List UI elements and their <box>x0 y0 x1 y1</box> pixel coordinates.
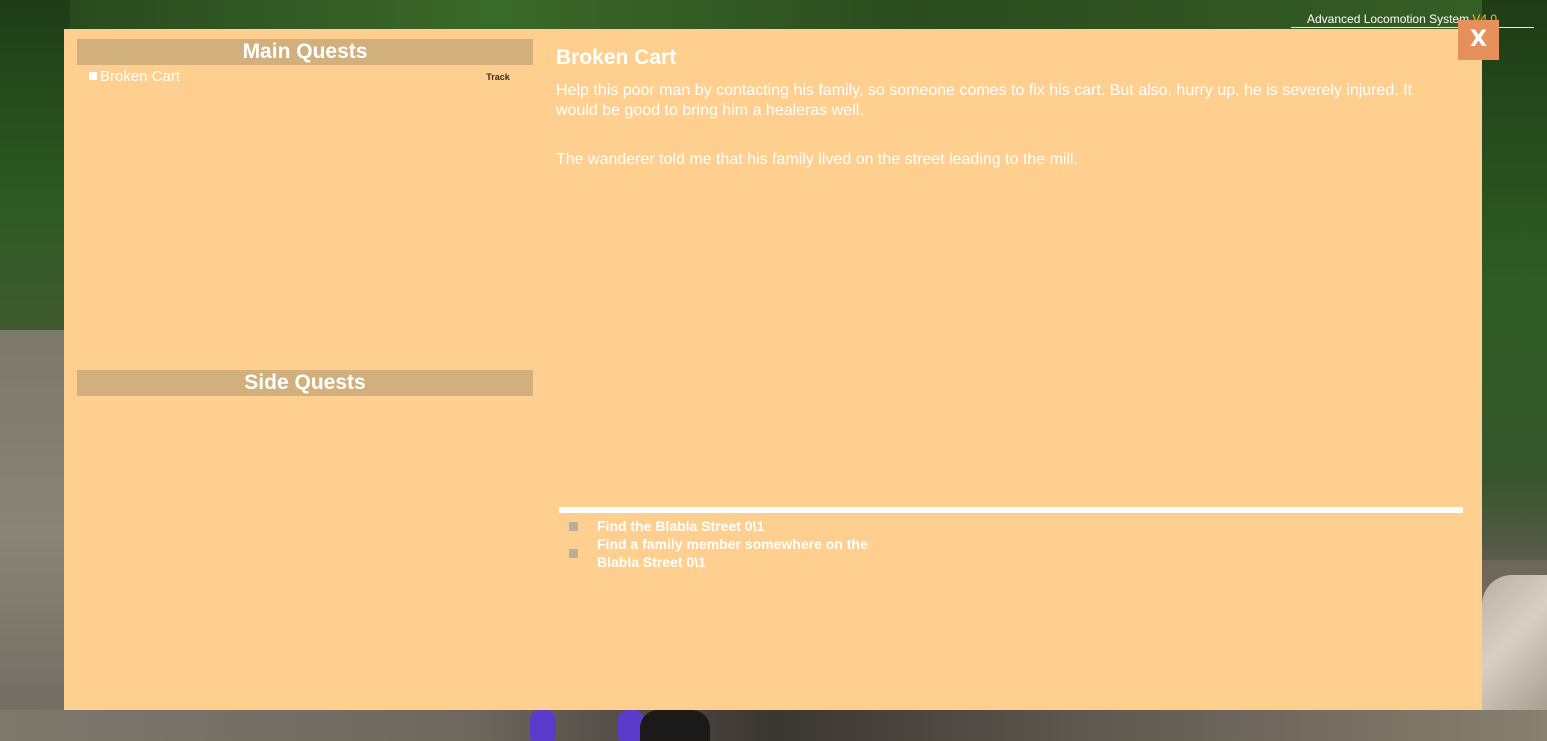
game-scene-trees-right <box>1482 0 1547 560</box>
player-character <box>530 710 710 741</box>
objective-text: Find the Blabla Street 0\1 <box>597 518 765 534</box>
game-scene-top <box>70 0 1482 29</box>
quest-log-panel: Main Quests Broken Cart Track Side Quest… <box>64 29 1482 710</box>
main-quests-header: Main Quests <box>77 39 533 65</box>
objectives-divider <box>559 507 1463 513</box>
quest-list-item[interactable]: Broken Cart Track <box>88 67 518 87</box>
game-scene-ground-bottom <box>0 710 1547 741</box>
game-scene-ground-left <box>0 330 70 741</box>
objective-text: Find a family member somewhere on the Bl… <box>597 536 868 570</box>
quest-bullet-icon <box>89 72 97 80</box>
app-name: Advanced Locomotion System <box>1307 12 1473 26</box>
side-quests-header: Side Quests <box>77 370 533 396</box>
quest-detail-title: Broken Cart <box>556 46 677 69</box>
track-button[interactable]: Track <box>480 69 516 85</box>
player-leg <box>530 710 556 741</box>
close-button[interactable]: X <box>1458 20 1499 60</box>
objective-item: Find a family member somewhere on the Bl… <box>569 535 869 571</box>
objective-item: Find the Blabla Street 0\1 <box>569 517 869 535</box>
quest-detail-note: The wanderer told me that his family liv… <box>556 151 1079 168</box>
player-shadow <box>640 710 710 741</box>
objective-checkbox-icon <box>569 522 578 531</box>
game-scene-trees-left <box>0 0 70 330</box>
objective-checkbox-icon <box>569 549 578 558</box>
quest-name[interactable]: Broken Cart <box>100 67 180 87</box>
quest-detail-description: Help this poor man by contacting his fam… <box>556 82 1413 119</box>
